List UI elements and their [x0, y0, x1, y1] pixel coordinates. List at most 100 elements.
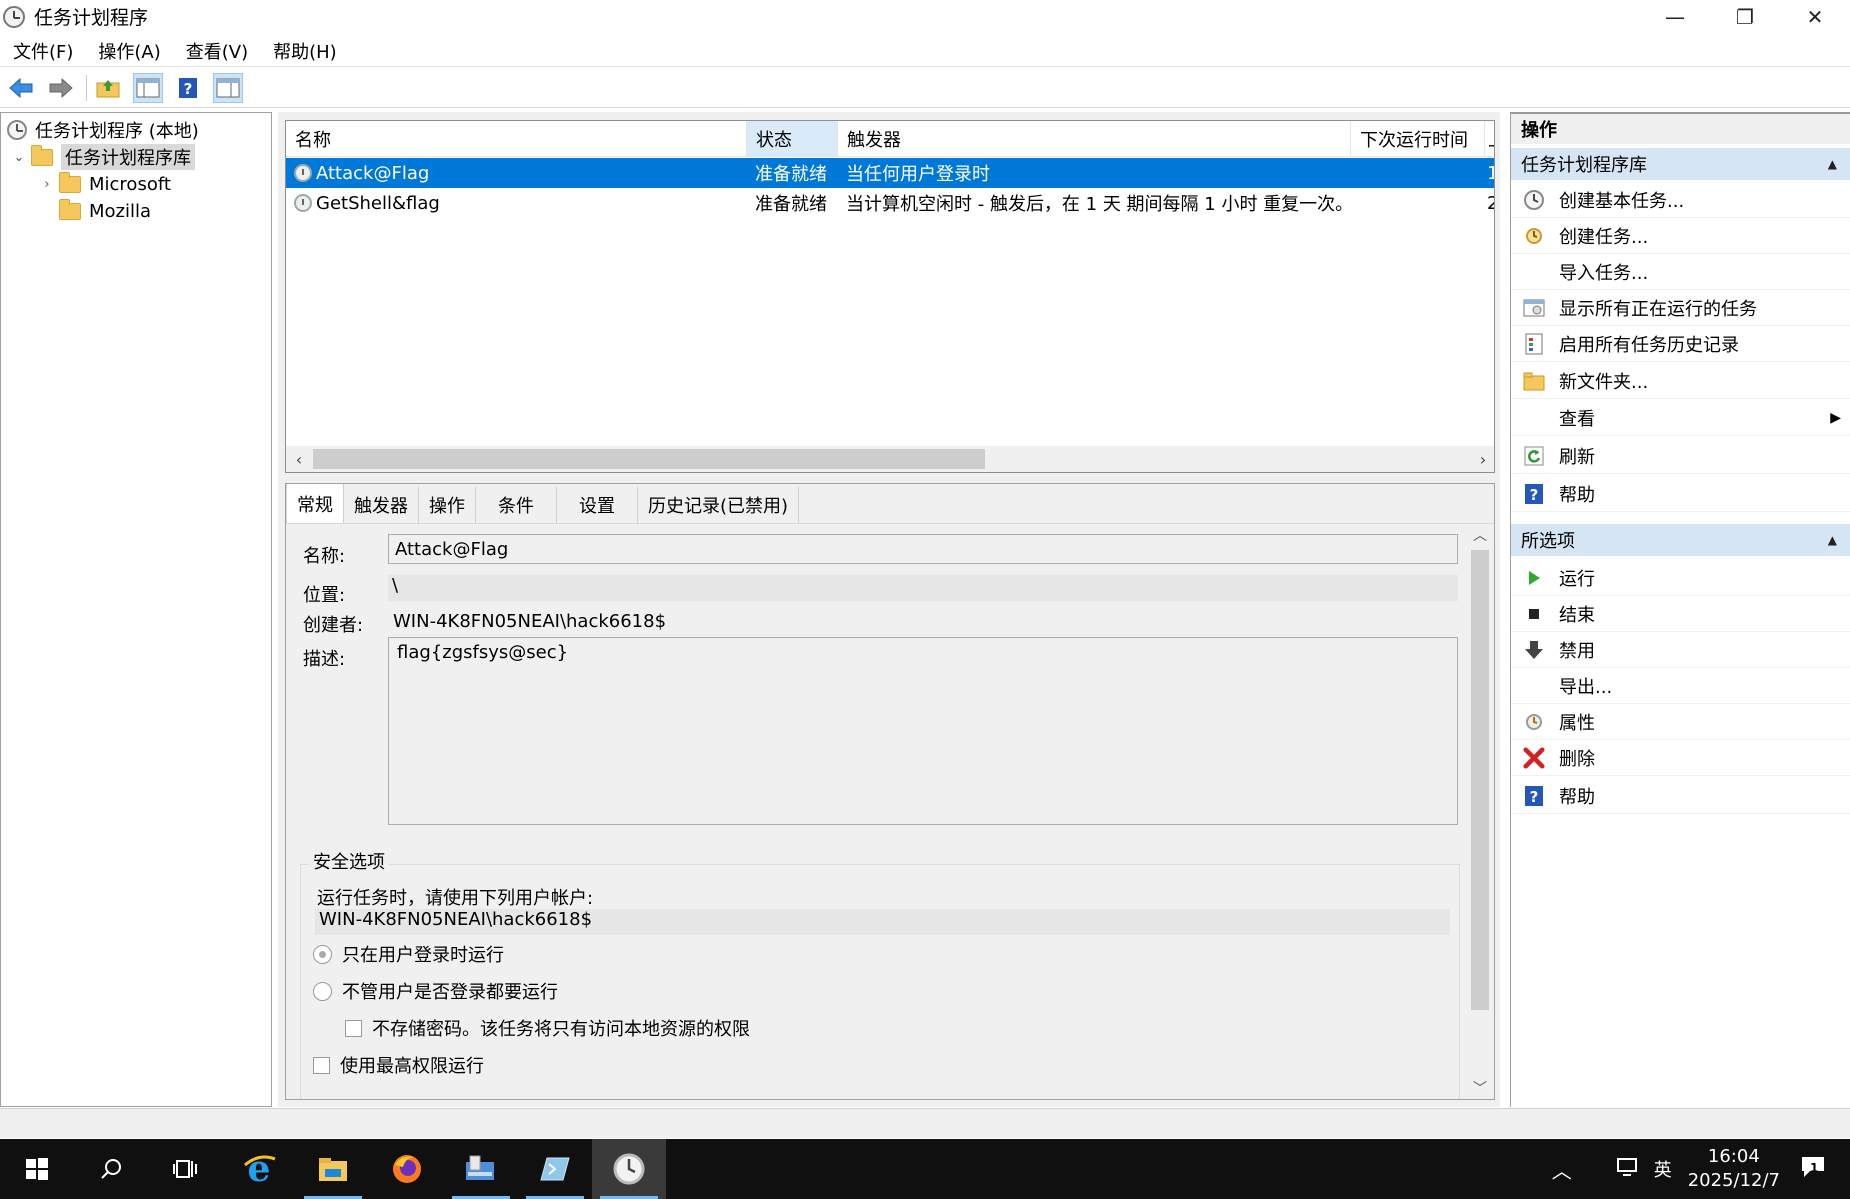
task-detail-pane: 常规 触发器 操作 条件 设置 历史记录(已禁用) 名称: Attack@Fla…	[285, 483, 1495, 1100]
task-last-run: 1	[1485, 158, 1494, 188]
close-button[interactable]: ✕	[1780, 0, 1850, 33]
collapse-icon[interactable]: ▲	[1828, 157, 1837, 171]
tab-settings[interactable]: 设置	[557, 487, 638, 523]
action-delete[interactable]: 删除	[1511, 740, 1850, 776]
action-create-task[interactable]: 创建任务...	[1511, 218, 1850, 254]
radio-whether-logged-on[interactable]	[313, 981, 332, 1001]
menu-action[interactable]: 操作(A)	[85, 38, 172, 64]
windows-logo-icon	[26, 1158, 48, 1180]
table-row[interactable]: GetShell&flag 准备就绪 当计算机空闲时 - 触发后，在 1 天 期…	[286, 188, 1494, 218]
tree-library-label: 任务计划程序库	[61, 144, 195, 170]
file-explorer-button[interactable]	[296, 1139, 370, 1199]
action-help-library[interactable]: ? 帮助	[1511, 476, 1850, 512]
author-value: WIN-4K8FN05NEAI\hack6618$	[393, 611, 667, 632]
action-import-task[interactable]: 导入任务...	[1511, 254, 1850, 290]
description-field[interactable]: flag{zgsfsys@sec}	[388, 637, 1458, 825]
status-bar	[0, 1108, 1850, 1138]
tree-item-root[interactable]: 任务计划程序 (本地)	[7, 117, 199, 143]
action-run[interactable]: 运行	[1511, 560, 1850, 596]
forward-button[interactable]	[46, 73, 76, 103]
menu-view[interactable]: 查看(V)	[173, 38, 260, 64]
column-next-run[interactable]: 下次运行时间	[1351, 121, 1485, 157]
scroll-down-icon[interactable]: ﹀	[1466, 1077, 1494, 1099]
start-button[interactable]	[0, 1139, 74, 1199]
file-explorer-icon	[319, 1158, 347, 1181]
scrollbar-thumb[interactable]	[1471, 550, 1489, 1010]
network-icon[interactable]	[1616, 1157, 1640, 1182]
tab-history[interactable]: 历史记录(已禁用)	[638, 487, 800, 523]
column-last-run[interactable]: 上	[1485, 121, 1494, 157]
action-refresh[interactable]: 刷新	[1511, 438, 1850, 474]
section-selected-item[interactable]: 所选项 ▲	[1511, 524, 1850, 556]
toolbar: ?	[0, 68, 1850, 108]
option-run-whether-logged-on[interactable]: 不管用户是否登录都要运行	[313, 978, 558, 1004]
help-toolbar-button[interactable]: ?	[173, 73, 203, 103]
tree-item-microsoft[interactable]: › Microsoft	[39, 171, 171, 197]
action-label: 新文件夹...	[1559, 371, 1649, 393]
show-hide-console-tree-button[interactable]	[133, 72, 163, 103]
checkbox-do-not-store-password[interactable]	[345, 1019, 362, 1037]
name-field[interactable]: Attack@Flag	[388, 534, 1458, 564]
vertical-scrollbar[interactable]: ︿ ﹀	[1466, 524, 1494, 1099]
task-scheduler-taskbar-button[interactable]	[592, 1139, 666, 1199]
menu-help[interactable]: 帮助(H)	[260, 38, 349, 64]
tree-item-library[interactable]: ⌄ 任务计划程序库	[11, 144, 195, 170]
option-run-logged-on[interactable]: 只在用户登录时运行	[313, 941, 504, 967]
folder-icon	[31, 144, 53, 166]
menu-file[interactable]: 文件(F)	[0, 38, 85, 64]
action-show-running-tasks[interactable]: 显示所有正在运行的任务	[1511, 290, 1850, 326]
section-task-library[interactable]: 任务计划程序库 ▲	[1511, 148, 1850, 180]
checkbox-run-highest-privileges[interactable]	[313, 1056, 330, 1074]
collapse-icon[interactable]: ▲	[1828, 533, 1837, 547]
action-properties[interactable]: 属性	[1511, 704, 1850, 740]
option-run-highest-privileges[interactable]: 使用最高权限运行	[313, 1052, 484, 1078]
up-folder-button[interactable]	[93, 73, 123, 103]
action-help-selected[interactable]: ? 帮助	[1511, 778, 1850, 814]
powershell-button[interactable]	[518, 1139, 592, 1199]
action-create-basic-task[interactable]: 创建基本任务...	[1511, 182, 1850, 218]
action-label: 创建任务...	[1559, 226, 1649, 248]
chevron-up-icon[interactable]: ︿	[1552, 1155, 1572, 1184]
notification-button[interactable]: 1	[1800, 1155, 1826, 1184]
column-name[interactable]: 名称	[286, 121, 747, 157]
tab-triggers[interactable]: 触发器	[344, 487, 419, 523]
scrollbar-thumb[interactable]	[313, 449, 985, 469]
back-button[interactable]	[6, 73, 36, 103]
minimize-button[interactable]: —	[1640, 0, 1710, 33]
column-status[interactable]: 状态	[747, 121, 838, 157]
system-clock[interactable]: 16:04 2025/12/7	[1688, 1145, 1780, 1193]
chevron-right-icon[interactable]: ›	[39, 177, 55, 192]
tab-actions[interactable]: 操作	[419, 487, 476, 523]
firefox-button[interactable]	[370, 1139, 444, 1199]
clock-date: 2025/12/7	[1687, 1170, 1780, 1191]
tree-item-mozilla[interactable]: Mozilla	[59, 198, 151, 224]
scroll-right-icon[interactable]: ›	[1470, 450, 1494, 469]
action-end[interactable]: 结束	[1511, 596, 1850, 632]
action-label: 结束	[1559, 604, 1595, 626]
table-row[interactable]: Attack@Flag 准备就绪 当任何用户登录时 1	[286, 158, 1494, 188]
server-manager-button[interactable]	[444, 1139, 518, 1199]
tab-conditions[interactable]: 条件	[476, 487, 557, 523]
task-view-button[interactable]	[148, 1139, 222, 1199]
option-do-not-store-password[interactable]: 不存储密码。该任务将只有访问本地资源的权限	[345, 1015, 750, 1041]
internet-explorer-button[interactable]: e	[222, 1139, 296, 1199]
radio-logged-on[interactable]	[313, 944, 332, 964]
chevron-down-icon[interactable]: ⌄	[11, 150, 27, 165]
action-disable[interactable]: 禁用	[1511, 632, 1850, 668]
scroll-left-icon[interactable]: ‹	[286, 450, 312, 469]
tab-general[interactable]: 常规	[286, 484, 344, 523]
column-trigger[interactable]: 触发器	[838, 121, 1351, 157]
location-field[interactable]: \	[388, 575, 1458, 601]
input-method-indicator[interactable]: 英	[1654, 1156, 1672, 1182]
action-view[interactable]: 查看 ▶	[1511, 400, 1850, 436]
action-new-folder[interactable]: 新文件夹...	[1511, 363, 1850, 399]
action-export[interactable]: 导出...	[1511, 668, 1850, 704]
scroll-up-icon[interactable]: ︿	[1466, 524, 1494, 548]
show-hide-action-pane-button[interactable]	[213, 72, 243, 103]
search-button[interactable]	[74, 1139, 148, 1199]
restore-button[interactable]: ❐	[1710, 0, 1780, 33]
run-as-account-field[interactable]: WIN-4K8FN05NEAI\hack6618$	[315, 909, 1450, 935]
refresh-icon	[1523, 445, 1545, 467]
action-enable-history[interactable]: 启用所有任务历史记录	[1511, 326, 1850, 362]
horizontal-scrollbar[interactable]: ‹ ›	[286, 446, 1494, 472]
